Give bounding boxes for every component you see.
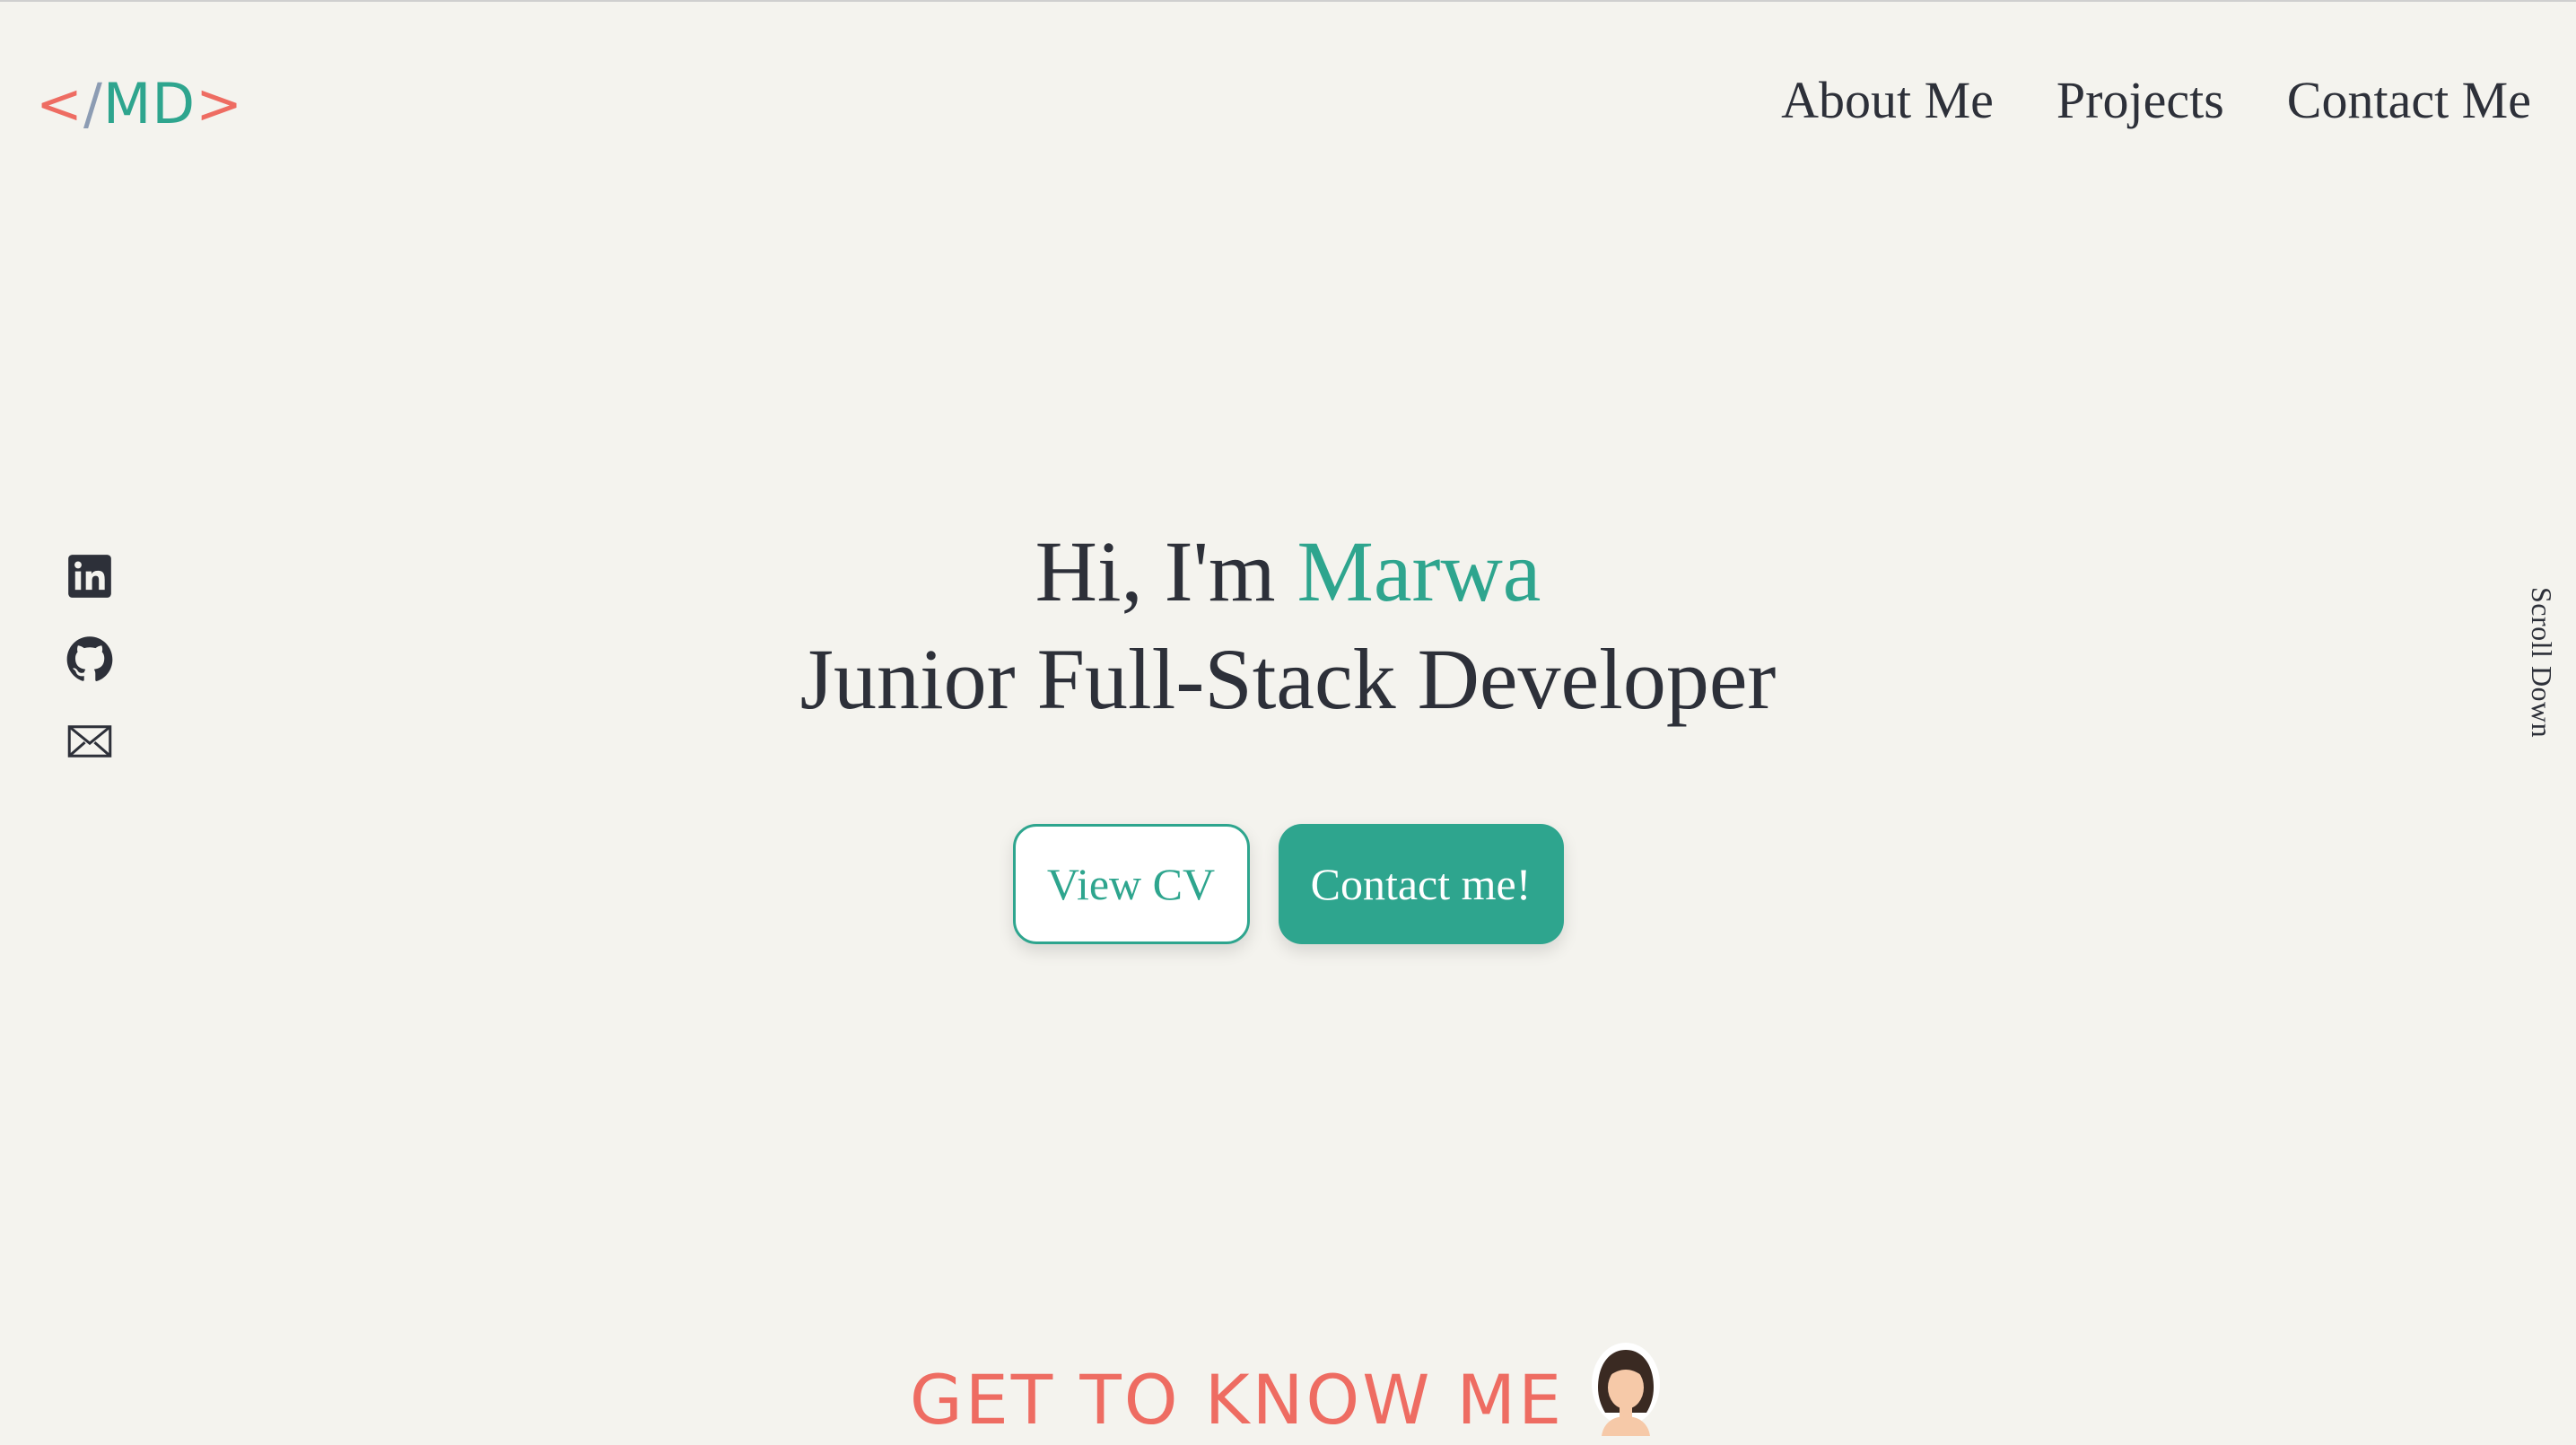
- site-logo[interactable]: </MD>: [36, 68, 243, 140]
- logo-close-bracket: >: [196, 71, 244, 136]
- nav-link-contact-me[interactable]: Contact Me: [2287, 65, 2531, 136]
- hero-section: Hi, I'm Marwa Junior Full-Stack Develope…: [0, 518, 2576, 733]
- hero-role: Junior Full-Stack Developer: [799, 631, 1777, 727]
- main-navigation: About Me Projects Contact Me: [1781, 65, 2531, 136]
- about-section-header: GET TO KNOW ME: [0, 1343, 2576, 1445]
- nav-link-about-me[interactable]: About Me: [1781, 65, 1994, 136]
- logo-open-bracket: <: [36, 71, 83, 136]
- section-title: GET TO KNOW ME: [909, 1360, 1565, 1440]
- hero-name: Marwa: [1297, 523, 1541, 619]
- view-cv-button[interactable]: View CV: [1012, 824, 1250, 944]
- hero-buttons: View CV Contact me!: [0, 824, 2576, 944]
- logo-initials: MD: [102, 71, 196, 136]
- avatar-icon: [1592, 1343, 1661, 1436]
- nav-link-projects[interactable]: Projects: [2056, 65, 2224, 136]
- logo-slash: /: [83, 71, 103, 136]
- hero-greeting-heading: Hi, I'm Marwa: [0, 518, 2576, 626]
- contact-me-button[interactable]: Contact me!: [1278, 824, 1564, 944]
- hero-greeting: Hi, I'm: [1035, 523, 1276, 619]
